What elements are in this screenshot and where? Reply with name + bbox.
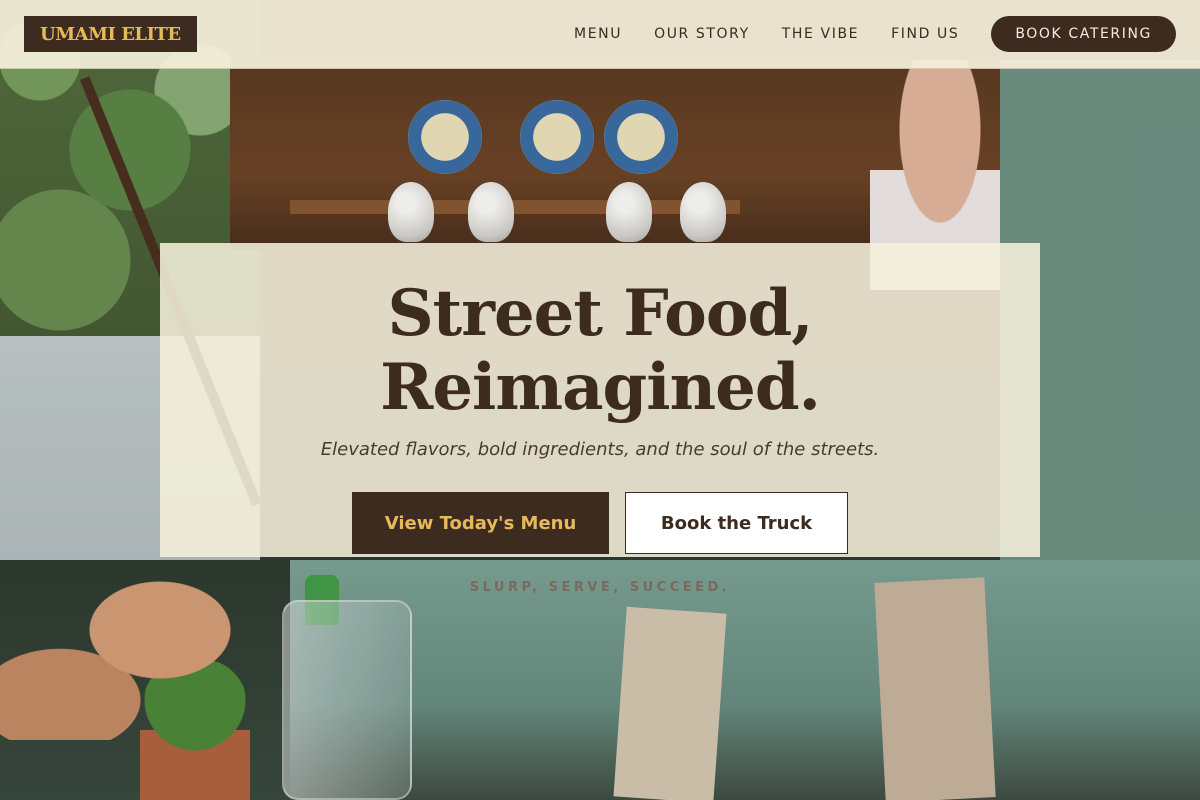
hero-subtitle: Elevated flavors, bold ingredients, and … xyxy=(320,439,880,460)
nav-link-the-vibe[interactable]: THE VIBE xyxy=(782,26,859,42)
brand-logo-text: UMAMI ELITE xyxy=(40,23,181,45)
nav-link-our-story[interactable]: OUR STORY xyxy=(654,26,750,42)
view-menu-button[interactable]: View Today's Menu xyxy=(352,492,609,554)
hero-card: Street Food, Reimagined. Elevated flavor… xyxy=(160,243,1040,595)
hero-button-group: View Today's Menu Book the Truck xyxy=(160,492,1040,554)
nav-link-find-us[interactable]: FIND US xyxy=(891,26,959,42)
book-truck-button[interactable]: Book the Truck xyxy=(625,492,848,554)
brand-logo[interactable]: UMAMI ELITE xyxy=(24,16,197,52)
book-catering-button[interactable]: BOOK CATERING xyxy=(991,16,1176,52)
main-nav: MENU OUR STORY THE VIBE FIND US BOOK CAT… xyxy=(574,16,1176,52)
hero-tagline: SLURP, SERVE, SUCCEED. xyxy=(469,580,731,595)
hero-title: Street Food, Reimagined. xyxy=(380,276,821,425)
site-header: UMAMI ELITE MENU OUR STORY THE VIBE FIND… xyxy=(0,0,1200,69)
nav-link-menu[interactable]: MENU xyxy=(574,26,622,42)
